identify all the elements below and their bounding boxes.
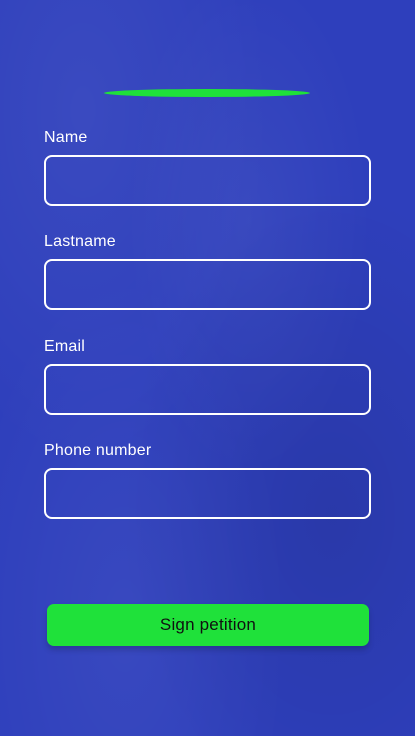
lastname-label: Lastname (44, 233, 116, 250)
phone-number-label: Phone number (44, 442, 152, 459)
petition-form-screen: Name Lastname Email Phone number Sign pe… (0, 0, 415, 736)
sign-petition-button[interactable]: Sign petition (47, 604, 369, 646)
name-label: Name (44, 129, 88, 146)
phone-number-input[interactable] (44, 468, 371, 519)
lastname-input[interactable] (44, 259, 371, 310)
decorative-accent-line (104, 89, 310, 97)
name-input[interactable] (44, 155, 371, 206)
email-label: Email (44, 338, 86, 355)
email-input[interactable] (44, 364, 371, 415)
